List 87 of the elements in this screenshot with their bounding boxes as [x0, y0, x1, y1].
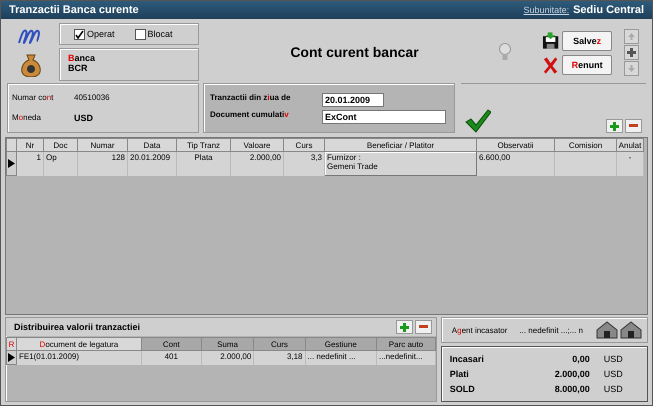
field-value: USD	[74, 112, 94, 123]
table-cell: 3,18	[254, 350, 306, 364]
floppy-disk-icon	[542, 32, 560, 50]
panel-title: Distribuirea valorii tranzactiei	[14, 322, 140, 332]
total-label: Plati	[450, 368, 470, 379]
down-arrow-icon	[628, 65, 634, 72]
column-header[interactable]: Valoare	[230, 138, 284, 152]
add-button[interactable]	[606, 119, 623, 133]
status-checkbox[interactable]: Operat	[74, 28, 115, 40]
field-value: 40510036	[74, 93, 111, 102]
form-heading: Cont curent bancar	[290, 44, 419, 60]
column-header[interactable]: Curs	[284, 138, 324, 152]
total-label: SOLD	[450, 384, 476, 394]
column-header[interactable]: Observatii	[476, 138, 554, 152]
subunit-name: Sediu Central	[573, 4, 644, 16]
column-header[interactable]: Comision	[554, 138, 616, 152]
table-cell: 401	[141, 350, 202, 364]
column-header[interactable]: Parc auto	[376, 338, 436, 350]
table-cell: Plata	[176, 152, 230, 176]
column-header[interactable]: Cont	[141, 338, 202, 350]
column-header[interactable]: Anulat	[616, 138, 644, 152]
table-cell: 1	[16, 152, 44, 176]
house-icon	[595, 321, 619, 339]
field-label: Numar cont	[12, 93, 54, 102]
add-button[interactable]	[396, 320, 413, 334]
checkmark-icon	[465, 109, 491, 133]
save-button[interactable]: Salvez	[562, 31, 612, 51]
table-cell: Furnizor : Gemeni Trade	[324, 152, 476, 176]
field-value: ... nedefinit ...;... n	[519, 326, 583, 334]
table-cell: 20.01.2009	[128, 152, 176, 176]
window-title: Tranzactii Banca curente	[9, 4, 139, 16]
add-icon	[610, 122, 619, 130]
row-pointer-icon	[8, 353, 15, 362]
table-cell: ...nedefinit...	[376, 350, 436, 364]
bank-name: BCR	[68, 63, 88, 73]
house-icon	[619, 321, 643, 339]
up-arrow-icon	[628, 33, 634, 40]
cross-icon	[542, 56, 560, 74]
field-label: Agent incasator	[452, 326, 508, 334]
input-field[interactable]: 20.01.2009	[322, 92, 384, 106]
currency: USD	[602, 384, 624, 394]
table-cell: 3,3	[284, 152, 324, 176]
total-amount: 2.000,00	[554, 368, 590, 379]
table-cell	[554, 152, 616, 176]
table-cell: ... nedefinit ...	[305, 350, 377, 364]
column-header[interactable]: Beneficiar / Platitor	[324, 138, 476, 152]
checkmark-icon	[75, 30, 84, 38]
remove-icon	[629, 124, 638, 128]
column-header[interactable]: Curs	[254, 338, 306, 350]
total-amount: 0,00	[571, 354, 590, 364]
table-cell: 6.600,00	[476, 152, 554, 176]
column-header[interactable]: Document de legatura	[16, 338, 142, 350]
column-header[interactable]: Suma	[201, 338, 254, 350]
column-header[interactable]: Tip Tranz	[176, 138, 230, 152]
remove-button[interactable]	[414, 320, 432, 334]
field-label: Tranzactii din ziua de	[210, 92, 292, 104]
row-pointer-icon	[8, 159, 15, 168]
table-cell: 2.000,00	[201, 350, 254, 364]
field-label: Document cumulativ	[210, 110, 290, 120]
table-cell: 128	[78, 152, 128, 176]
table-cell: Op	[44, 152, 78, 176]
table-cell: 2.000,00	[230, 152, 284, 176]
subunit-link[interactable]: Subunitate:	[524, 5, 570, 15]
total-label: Incasari	[450, 354, 485, 364]
money-bag-icon	[20, 53, 42, 77]
add-icon	[400, 322, 409, 332]
table-cell: -	[616, 152, 644, 176]
bank-label: Banca	[68, 53, 96, 63]
table-cell: FE1(01.01.2009)	[16, 350, 142, 364]
column-header[interactable]: Nr	[16, 138, 44, 152]
remove-button[interactable]	[625, 119, 642, 133]
column-header[interactable]: Doc	[44, 138, 78, 152]
plus-icon	[626, 48, 636, 57]
cancel-button[interactable]: Renunt	[562, 55, 612, 75]
column-header[interactable]: Gestiune	[305, 338, 377, 350]
add-record-button[interactable]	[624, 45, 638, 60]
currency: USD	[602, 354, 624, 364]
column-header: R	[6, 338, 16, 350]
status-checkbox[interactable]: Blocat	[134, 28, 173, 40]
column-header[interactable]: Data	[128, 138, 176, 152]
currency: USD	[602, 368, 624, 379]
total-amount: 8.000,00	[554, 384, 590, 394]
input-field[interactable]: ExCont	[322, 110, 446, 124]
light-bulb-icon	[498, 43, 511, 61]
remove-icon	[418, 325, 428, 329]
field-label: Moneda	[12, 112, 42, 123]
column-header[interactable]: Numar	[78, 138, 128, 152]
